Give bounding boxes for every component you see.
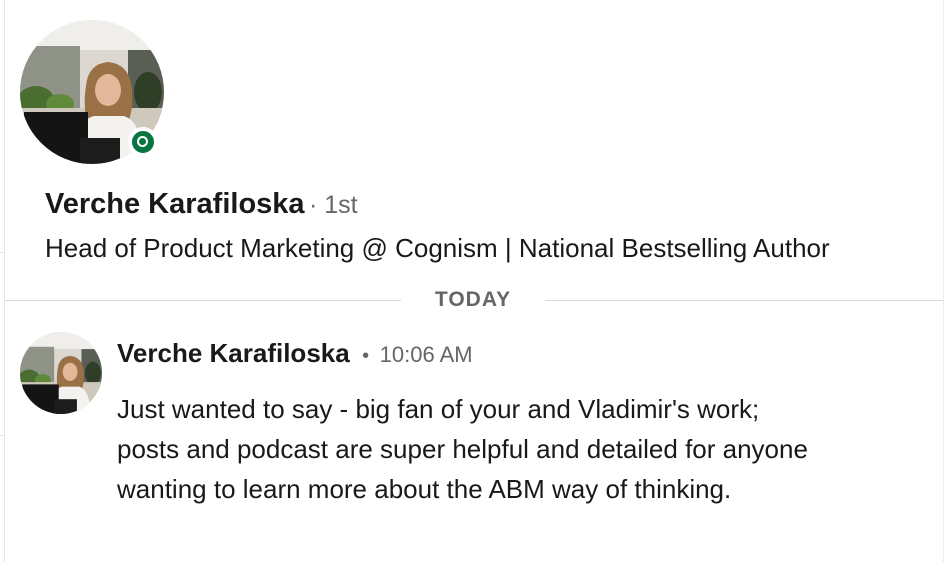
online-status-icon [128,127,158,157]
message-sender-photo [20,332,102,414]
profile-headline: Head of Product Marketing @ Cognism | Na… [45,233,830,263]
message-avatar[interactable] [20,332,102,414]
profile-name[interactable]: Verche Karafiloska [45,188,305,220]
message-sender-name[interactable]: Verche Karafiloska [117,338,350,368]
date-divider: TODAY [434,288,512,311]
message-separator: • [362,345,370,367]
panel-left-stub [0,435,4,436]
divider-line-left [5,300,401,301]
divider-line-right [545,300,943,301]
message-header: Verche Karafiloska • 10:06 AM [117,338,473,369]
message-body: Just wanted to say - big fan of your and… [117,394,808,504]
profile-name-row: Verche Karafiloska · 1st [45,188,358,221]
connection-degree: · 1st [309,191,358,219]
panel-right-border [943,0,944,562]
message-timestamp: 10:06 AM [379,342,473,367]
panel-left-border [4,0,5,562]
panel-left-stub [0,252,4,253]
